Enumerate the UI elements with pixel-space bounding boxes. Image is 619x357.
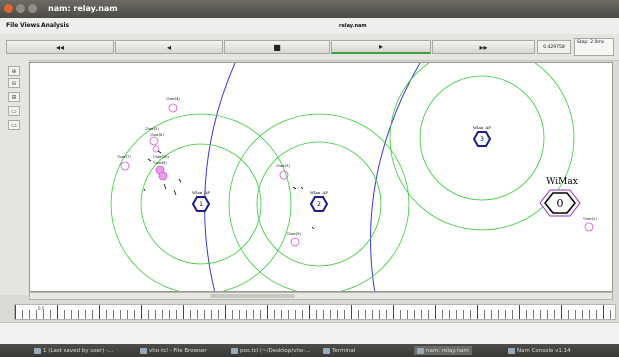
user-9-label: User(9) bbox=[287, 232, 301, 236]
wimax-base-station[interactable]: 0 WiMax bbox=[539, 177, 581, 217]
step-slider[interactable]: Step: 2.0ms bbox=[574, 38, 614, 56]
timeline-ruler[interactable]: 0.5 bbox=[14, 304, 616, 320]
taskbar: 1 (Last saved by user) -... vho-tcl - Fi… bbox=[0, 344, 619, 357]
menu-bar: File Views Analysis relay.nam bbox=[0, 18, 619, 35]
ap-3-label: Wlan_AP bbox=[473, 125, 491, 130]
user-node-4[interactable]: User(4) bbox=[166, 97, 180, 113]
maximize-window-button[interactable] bbox=[28, 4, 37, 13]
task-nam[interactable]: nam: relay.nam bbox=[414, 346, 472, 355]
user-node-2[interactable]: User(2) bbox=[583, 217, 597, 232]
user-2-label: User(2) bbox=[583, 217, 597, 221]
close-window-button[interactable] bbox=[4, 4, 13, 13]
tool-box-2[interactable]: ▭ bbox=[8, 120, 20, 130]
title-bar: nam: relay.nam bbox=[0, 0, 619, 18]
window-buttons bbox=[4, 4, 37, 13]
file-name-label: relay.nam bbox=[339, 23, 367, 29]
zoom-out-icon[interactable]: ⊖ bbox=[8, 78, 20, 88]
task-editor[interactable]: pos.tcl (~/Desktop/vho-... bbox=[231, 346, 311, 355]
terminal-icon bbox=[323, 347, 330, 354]
menu-analysis[interactable]: Analysis bbox=[41, 22, 69, 29]
user-3-label: User(3) bbox=[276, 164, 290, 168]
document-icon bbox=[34, 347, 41, 354]
user-node-10[interactable]: User(10) bbox=[153, 155, 169, 159]
playback-controls: ◂◂ ◂ ■ ▸ ▸▸ 0.429758 Step: 2.0ms bbox=[0, 34, 619, 61]
task-terminal[interactable]: Terminal bbox=[323, 346, 355, 355]
ap-1-id: 1 bbox=[199, 201, 203, 208]
boundary-arc-right bbox=[370, 63, 421, 291]
user-5-label: User(5) bbox=[145, 127, 159, 131]
access-point-1[interactable]: 1 Wlan_AP bbox=[191, 190, 210, 212]
topology-svg: 1 Wlan_AP 2 Wlan_AP 3 Wlan_AP 0 WiMax Us… bbox=[110, 63, 597, 291]
timeline-major-ticks bbox=[15, 305, 615, 319]
window-icon bbox=[417, 347, 424, 354]
fast-forward-button[interactable]: ▸▸ bbox=[432, 40, 535, 54]
access-point-3[interactable]: 3 Wlan_AP bbox=[472, 125, 491, 147]
task-nam-console-label: Nam Console v1.14 bbox=[517, 347, 571, 354]
access-point-2[interactable]: 2 Wlan_AP bbox=[309, 190, 328, 212]
user-node-3[interactable]: User(3) bbox=[276, 164, 290, 180]
zoom-toolbar: ⊕ ⊖ ⊞ ▭ ▭ bbox=[0, 60, 28, 295]
user-7-label: User(7) bbox=[117, 155, 131, 159]
task-doc[interactable]: 1 (Last saved by user) -... bbox=[34, 346, 113, 355]
play-button[interactable]: ▸ bbox=[331, 40, 431, 54]
zoom-in-icon[interactable]: ⊕ bbox=[8, 66, 20, 76]
console-icon bbox=[508, 347, 515, 354]
task-file-browser-label: vho-tcl - File Browser bbox=[149, 347, 207, 354]
editor-icon bbox=[231, 347, 238, 354]
network-canvas[interactable]: 1 Wlan_AP 2 Wlan_AP 3 Wlan_AP 0 WiMax Us… bbox=[29, 62, 613, 292]
rewind-button[interactable]: ◂◂ bbox=[6, 40, 114, 54]
task-terminal-label: Terminal bbox=[332, 347, 356, 354]
user-node-9[interactable]: User(9) bbox=[287, 232, 301, 247]
scrollbar-thumb[interactable] bbox=[210, 294, 295, 298]
horizontal-scrollbar[interactable] bbox=[29, 292, 613, 300]
step-back-button[interactable]: ◂ bbox=[115, 40, 223, 54]
annotation-panel[interactable] bbox=[0, 322, 619, 345]
user-8-label: User(8) bbox=[153, 161, 167, 165]
packet-marks bbox=[143, 150, 315, 230]
folder-icon bbox=[140, 347, 147, 354]
boundary-arc-left bbox=[204, 63, 236, 291]
task-file-browser[interactable]: vho-tcl - File Browser bbox=[140, 346, 207, 355]
ap-2-id: 2 bbox=[317, 201, 321, 208]
window-title: nam: relay.nam bbox=[48, 4, 118, 13]
grid-icon[interactable]: ⊞ bbox=[8, 92, 20, 102]
menu-views[interactable]: Views bbox=[20, 22, 40, 29]
user-10-label: User(10) bbox=[153, 155, 169, 159]
task-nam-label: nam: relay.nam bbox=[426, 347, 469, 354]
ap-2-label: Wlan_AP bbox=[310, 190, 328, 195]
wimax-label: WiMax bbox=[546, 177, 578, 187]
user-node-7[interactable]: User(7) bbox=[117, 155, 131, 171]
user-4-label: User(4) bbox=[166, 97, 180, 101]
wimax-id: 0 bbox=[557, 197, 564, 210]
menu-file[interactable]: File bbox=[6, 22, 18, 29]
step-label: Step: 2.0ms bbox=[577, 40, 605, 45]
tool-box-1[interactable]: ▭ bbox=[8, 106, 20, 116]
user-6-label: User(6) bbox=[150, 133, 164, 137]
time-readout: 0.429758 bbox=[537, 40, 571, 54]
ap-1-label: Wlan_AP bbox=[192, 190, 210, 195]
task-doc-label: 1 (Last saved by user) -... bbox=[43, 347, 114, 354]
task-editor-label: pos.tcl (~/Desktop/vho-... bbox=[240, 347, 311, 354]
stop-button[interactable]: ■ bbox=[224, 40, 330, 54]
user-node-8[interactable]: User(8) bbox=[153, 161, 168, 181]
ap-3-id: 3 bbox=[480, 136, 484, 143]
minimize-window-button[interactable] bbox=[16, 4, 25, 13]
task-nam-console[interactable]: Nam Console v1.14 bbox=[508, 346, 571, 355]
